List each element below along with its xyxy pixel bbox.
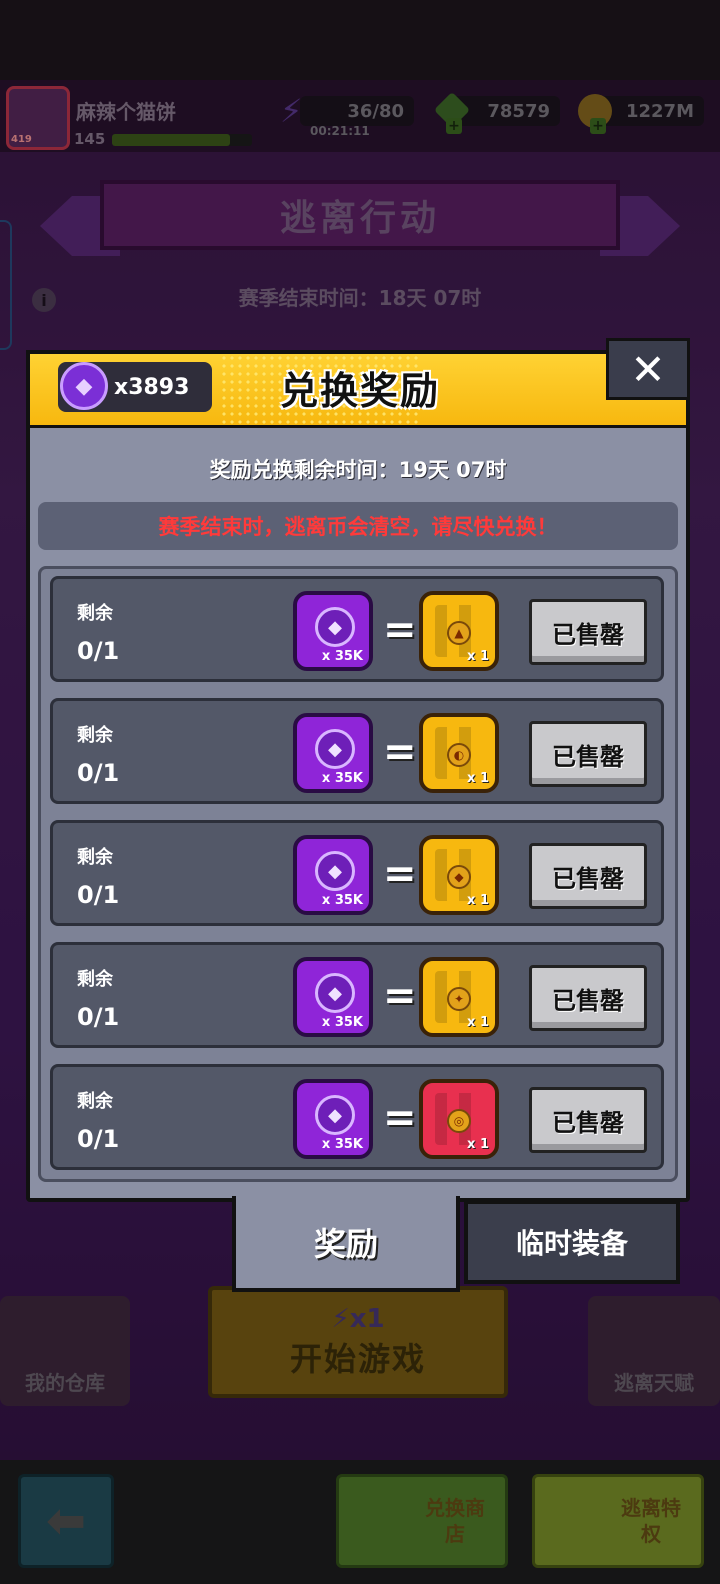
equals-sign: = — [383, 1095, 417, 1141]
gem-icon: ◆ — [60, 362, 108, 410]
equals-sign: = — [383, 729, 417, 775]
exchange-shop-button[interactable]: 兑换商店 — [336, 1474, 508, 1568]
back-button[interactable]: ⬅ — [18, 1474, 114, 1568]
sold-out-button[interactable]: 已售罄 — [529, 1087, 647, 1153]
reward-quantity: x 1 — [467, 1015, 489, 1030]
reward-item: ◐ x 1 — [419, 713, 499, 793]
remaining-time-text: 奖励兑换剩余时间：19天 07时 — [209, 458, 507, 482]
reward-row: 剩余 0/1 ◆ x 35K = ◐ x 1 已售罄 — [50, 698, 664, 804]
cost-amount: x 35K — [321, 893, 363, 908]
tab-rewards[interactable]: 奖励 — [232, 1196, 460, 1292]
sold-out-button[interactable]: 已售罄 — [529, 721, 647, 787]
reward-item: ◆ x 1 — [419, 835, 499, 915]
close-button[interactable]: ✕ — [606, 338, 690, 400]
gem-icon: ◆ — [315, 1095, 355, 1135]
emblem-icon: ◆ — [447, 865, 471, 889]
reward-row: 剩余 0/1 ◆ x 35K = ◆ x 1 已售罄 — [50, 820, 664, 926]
modal-title: 兑换奖励 — [279, 369, 440, 413]
emblem-icon: ✦ — [447, 987, 471, 1011]
cost-item: ◆ x 35K — [293, 591, 373, 671]
warning-text: 赛季结束时，逃离币会清空，请尽快兑换！ — [158, 515, 558, 539]
tab-rewards-label: 奖励 — [313, 1225, 378, 1263]
tab-temp-equipment-label: 临时装备 — [515, 1227, 628, 1260]
gem-balance-value: x3893 — [114, 374, 190, 400]
remaining-label: 剩余 — [77, 725, 113, 746]
escape-privilege-button[interactable]: 逃离特权 — [532, 1474, 704, 1568]
remaining-label: 剩余 — [77, 1091, 113, 1112]
remaining-count: 0/1 — [77, 1125, 120, 1153]
gem-icon: ◆ — [315, 973, 355, 1013]
remaining-label: 剩余 — [77, 847, 113, 868]
cost-item: ◆ x 35K — [293, 713, 373, 793]
reward-quantity: x 1 — [467, 771, 489, 786]
cost-item: ◆ x 35K — [293, 957, 373, 1037]
gem-icon: ◆ — [315, 729, 355, 769]
cost-amount: x 35K — [321, 1015, 363, 1030]
back-arrow-icon: ⬅ — [45, 1493, 87, 1549]
reward-item: ◎ x 1 — [419, 1079, 499, 1159]
remaining-count: 0/1 — [77, 637, 120, 665]
exchange-shop-label: 兑换商店 — [425, 1496, 485, 1546]
remaining-count: 0/1 — [77, 759, 120, 787]
reward-row: 剩余 0/1 ◆ x 35K = ◎ x 1 已售罄 — [50, 1064, 664, 1170]
equals-sign: = — [383, 851, 417, 897]
reward-item: ✦ x 1 — [419, 957, 499, 1037]
remaining-label: 剩余 — [77, 969, 113, 990]
remaining-count: 0/1 — [77, 881, 120, 909]
sold-out-button[interactable]: 已售罄 — [529, 843, 647, 909]
tab-temp-equipment[interactable]: 临时装备 — [464, 1200, 680, 1284]
emblem-icon: ◎ — [447, 1109, 471, 1133]
reward-row: 剩余 0/1 ◆ x 35K = ▲ x 1 已售罄 — [50, 576, 664, 682]
equals-sign: = — [383, 607, 417, 653]
escape-privilege-label: 逃离特权 — [621, 1496, 681, 1546]
cost-amount: x 35K — [321, 649, 363, 664]
sold-out-button[interactable]: 已售罄 — [529, 599, 647, 665]
equals-sign: = — [383, 973, 417, 1019]
gem-icon: ◆ — [315, 607, 355, 647]
reward-row: 剩余 0/1 ◆ x 35K = ✦ x 1 已售罄 — [50, 942, 664, 1048]
remaining-label: 剩余 — [77, 603, 113, 624]
cost-amount: x 35K — [321, 1137, 363, 1152]
close-icon: ✕ — [630, 344, 666, 394]
cost-amount: x 35K — [321, 771, 363, 786]
sold-out-button[interactable]: 已售罄 — [529, 965, 647, 1031]
emblem-icon: ▲ — [447, 621, 471, 645]
status-bar-area — [0, 0, 720, 80]
cost-item: ◆ x 35K — [293, 835, 373, 915]
remaining-count: 0/1 — [77, 1003, 120, 1031]
gem-icon: ◆ — [315, 851, 355, 891]
reward-item: ▲ x 1 — [419, 591, 499, 671]
reward-quantity: x 1 — [467, 649, 489, 664]
cost-item: ◆ x 35K — [293, 1079, 373, 1159]
emblem-icon: ◐ — [447, 743, 471, 767]
reward-quantity: x 1 — [467, 893, 489, 908]
reward-quantity: x 1 — [467, 1137, 489, 1152]
warning-bar: 赛季结束时，逃离币会清空，请尽快兑换！ — [38, 502, 678, 550]
